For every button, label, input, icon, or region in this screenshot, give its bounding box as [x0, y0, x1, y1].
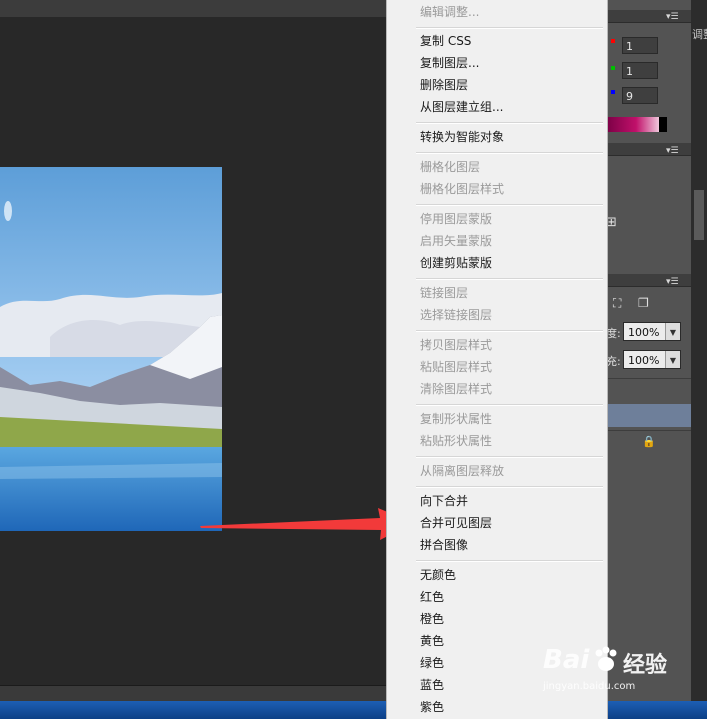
lock-icon: 🔒 [642, 435, 656, 448]
menu-separator [416, 456, 603, 458]
menu-item-copy-css[interactable]: 复制 CSS [420, 30, 471, 52]
menu-item-group-from-layers[interactable]: 从图层建立组... [420, 96, 503, 118]
menu-item-release-from-isolation[interactable]: 从隔离图层释放 [420, 460, 504, 482]
menu-item-rasterize-layer-style[interactable]: 栅格化图层样式 [420, 178, 504, 200]
menu-item-convert-smart-object[interactable]: 转换为智能对象 [420, 126, 504, 148]
opacity-field[interactable]: 100% ▼ [623, 322, 681, 341]
fill-field[interactable]: 100% ▼ [623, 350, 681, 369]
menu-item-red[interactable]: 红色 [420, 586, 444, 608]
menu-item-merge-down[interactable]: 向下合并 [420, 490, 468, 512]
menu-item-link-layers[interactable]: 链接图层 [420, 282, 468, 304]
opacity-label: 度: [606, 327, 621, 340]
paw-logo-icon [595, 646, 617, 671]
menu-separator [416, 330, 603, 332]
menu-separator [416, 122, 603, 124]
baidu-jingyan-watermark: Bai 经验 jingyan.baidu.com [541, 641, 691, 697]
menu-item-paste-shape-attributes[interactable]: 粘贴形状属性 [420, 430, 492, 452]
fill-label: 充: [606, 355, 621, 368]
menu-item-merge-visible[interactable]: 合并可见图层 [420, 512, 492, 534]
menu-separator [416, 560, 603, 562]
menu-item-edit-adjustment[interactable]: 编辑调整... [420, 1, 479, 23]
scrollbar-thumb[interactable] [694, 190, 704, 240]
menu-item-paste-layer-style[interactable]: 粘贴图层样式 [420, 356, 492, 378]
menu-separator [416, 404, 603, 406]
red-arrow-annotation [200, 508, 413, 540]
panel-menu-icon[interactable]: ▾☰ [666, 277, 679, 287]
blue-channel-swatch [611, 90, 615, 94]
fill-value: 100% [628, 354, 660, 367]
menu-item-delete-layer[interactable]: 删除图层 [420, 74, 468, 96]
menu-separator [416, 152, 603, 154]
green-channel-swatch [611, 66, 615, 70]
menu-separator [416, 27, 603, 29]
menu-item-copy-shape-attributes[interactable]: 复制形状属性 [420, 408, 492, 430]
opacity-value: 100% [628, 326, 660, 339]
menu-item-blue[interactable]: 蓝色 [420, 674, 444, 696]
menu-separator [416, 278, 603, 280]
menu-item-green[interactable]: 绿色 [420, 652, 444, 674]
watermark-brand-suffix: 经验 [623, 653, 668, 678]
menu-item-enable-vector-mask[interactable]: 启用矢量蒙版 [420, 230, 492, 252]
menu-item-disable-layer-mask[interactable]: 停用图层蒙版 [420, 208, 492, 230]
landscape-photo [0, 167, 222, 531]
watermark-url: jingyan.baidu.com [543, 681, 636, 692]
menu-item-no-color[interactable]: 无颜色 [420, 564, 456, 586]
menu-item-flatten-image[interactable]: 拼合图像 [420, 534, 468, 556]
layer-row-selected[interactable] [606, 404, 691, 427]
watermark-brand: Bai [543, 645, 590, 675]
menu-item-orange[interactable]: 橙色 [420, 608, 444, 630]
green-value-field[interactable]: 1 [622, 62, 658, 79]
red-value-field[interactable]: 1 [622, 37, 658, 54]
panel-menu-icon[interactable]: ▾☰ [666, 12, 679, 22]
color-ramp-black[interactable] [659, 117, 667, 132]
panel-scrollbar[interactable] [691, 0, 707, 701]
menu-item-violet[interactable]: 紫色 [420, 696, 444, 718]
document-tab-bar [0, 0, 386, 18]
chevron-down-icon[interactable]: ▼ [665, 351, 680, 368]
partial-tab-text: 调整 [692, 28, 707, 41]
menu-item-copy-layer-style[interactable]: 拷贝图层样式 [420, 334, 492, 356]
right-panel-dock: ▾☰ 1 1 9 ▾☰ ⊞ ▾☰ ⛶ ❐ 度: 100% ▼ 充: 100% ▼… [606, 0, 707, 701]
menu-item-duplicate-layer[interactable]: 复制图层... [420, 52, 479, 74]
menu-item-clear-layer-style[interactable]: 清除图层样式 [420, 378, 492, 400]
menu-separator [416, 486, 603, 488]
menu-separator [416, 204, 603, 206]
menu-item-create-clipping-mask[interactable]: 创建剪贴蒙版 [420, 252, 492, 274]
menu-item-yellow[interactable]: 黄色 [420, 630, 444, 652]
transform-icon[interactable]: ⛶ [613, 296, 621, 311]
color-ramp[interactable] [606, 117, 666, 132]
menu-item-rasterize-layer[interactable]: 栅格化图层 [420, 156, 480, 178]
menu-item-select-linked-layers[interactable]: 选择链接图层 [420, 304, 492, 326]
chevron-down-icon[interactable]: ▼ [665, 323, 680, 340]
layer-context-menu: 编辑调整... 复制 CSS 复制图层... 删除图层 从图层建立组... 转换… [386, 0, 608, 719]
copy-icon[interactable]: ❐ [638, 296, 649, 310]
layer-row[interactable] [606, 378, 691, 402]
panel-menu-icon[interactable]: ▾☰ [666, 146, 679, 156]
red-channel-swatch [611, 39, 615, 43]
status-bar [0, 685, 386, 702]
blue-value-field[interactable]: 9 [622, 87, 658, 104]
